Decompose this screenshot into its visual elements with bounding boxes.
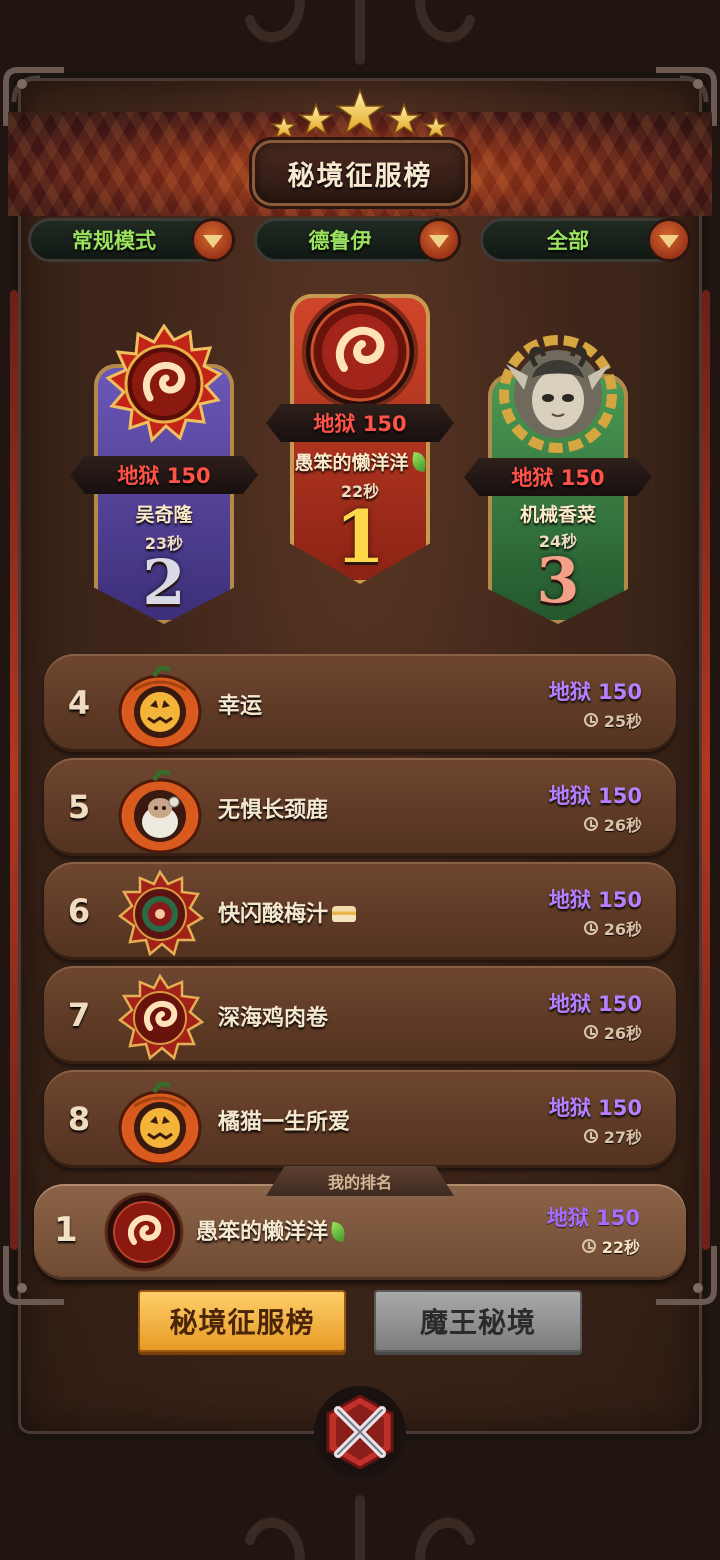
player-name: 吴奇隆 xyxy=(135,504,193,526)
player-name: 幸运 xyxy=(218,694,263,719)
rank-number: 5 xyxy=(67,788,91,826)
clear-time-text: 22秒 xyxy=(601,1238,640,1257)
rank-number: 3 xyxy=(536,544,580,617)
target-eye-icon xyxy=(117,869,205,957)
player-name-text: 快闪酸梅汁 xyxy=(218,902,329,927)
player-name: 无惧长颈鹿 xyxy=(218,798,329,823)
rank-number: 1 xyxy=(54,1210,78,1250)
difficulty-text: 地狱 150 xyxy=(548,680,642,704)
range-filter-dropdown[interactable]: 全部 xyxy=(480,218,691,262)
difficulty-text: 地狱 150 xyxy=(546,1206,640,1230)
rank-number: 4 xyxy=(67,684,91,722)
player-name: 快闪酸梅汁 xyxy=(218,896,357,928)
difficulty-text: 地狱 150 xyxy=(548,992,642,1016)
my-rank-tag-text: 我的排名 xyxy=(327,1173,392,1192)
leaf-icon xyxy=(410,451,427,473)
podium-second[interactable]: 地狱 150 吴奇隆 23秒 2 xyxy=(70,320,258,624)
clear-time-text: 26秒 xyxy=(603,920,642,939)
clock-icon xyxy=(583,817,598,831)
sandwich-icon xyxy=(332,906,357,922)
rank-number: 8 xyxy=(67,1100,91,1138)
rank-number: 7 xyxy=(67,996,91,1034)
my-rank-row[interactable]: 1 愚笨的懒洋洋 地狱 150 22秒 xyxy=(34,1184,686,1280)
player-name: 深海鸡肉卷 xyxy=(218,1006,329,1031)
player-name-text: 愚笨的懒洋洋 xyxy=(196,1220,329,1245)
rank-number: 6 xyxy=(67,892,91,930)
rank-number: 1 xyxy=(334,494,386,579)
horned-elf-portrait xyxy=(499,335,617,453)
clear-time-text: 25秒 xyxy=(603,712,642,731)
player-name: 机械香菜 xyxy=(519,504,596,526)
tab-demon-king-realm[interactable]: 魔王秘境 xyxy=(374,1290,582,1352)
difficulty-text: 地狱 150 xyxy=(117,464,211,488)
panel-side-trim xyxy=(702,290,710,1250)
stars-icon xyxy=(270,88,450,140)
my-rank-tag: 我的排名 xyxy=(266,1166,454,1196)
clear-time-text: 26秒 xyxy=(603,1024,642,1043)
fire-swirl-icon xyxy=(105,324,223,443)
page-title-text: 秘境征服榜 xyxy=(287,160,433,192)
pumpkin-jack-icon xyxy=(118,1081,202,1166)
class-filter-dropdown[interactable]: 德鲁伊 xyxy=(254,218,461,262)
chevron-down-icon[interactable] xyxy=(647,218,691,262)
podium-third[interactable]: 地狱 150 机械香菜 24秒 3 xyxy=(464,330,652,624)
list-item[interactable]: 7 深海鸡肉卷 地狱 150 26秒 xyxy=(44,966,676,1064)
fire-swirl-icon xyxy=(117,973,205,1061)
clear-time-text: 27秒 xyxy=(603,1128,642,1147)
clear-time: 22秒 xyxy=(581,1234,640,1258)
chevron-down-icon[interactable] xyxy=(191,218,235,262)
ranking-list: 4 幸运 地狱 150 25秒 5 无惧长颈鹿 地狱 150 26秒 6 快闪酸… xyxy=(44,654,676,1174)
list-item[interactable]: 5 无惧长颈鹿 地狱 150 26秒 xyxy=(44,758,676,856)
difficulty-badge: 地狱 150 xyxy=(266,404,454,442)
clock-icon xyxy=(583,1129,598,1143)
clock-icon xyxy=(583,1025,598,1039)
clock-icon xyxy=(583,713,598,727)
player-name: 愚笨的懒洋洋 xyxy=(270,448,450,475)
player-name: 愚笨的懒洋洋 xyxy=(196,1214,347,1246)
clear-time: 26秒 xyxy=(583,812,642,836)
mode-filter-dropdown[interactable]: 常规模式 xyxy=(28,218,235,262)
clear-time: 27秒 xyxy=(583,1124,642,1148)
player-name: 橘猫一生所爱 xyxy=(218,1110,351,1135)
fire-swirl-icon xyxy=(104,1192,184,1272)
difficulty-text: 地狱 150 xyxy=(548,784,642,808)
difficulty-text: 地狱 150 xyxy=(548,888,642,912)
list-item[interactable]: 4 幸运 地狱 150 25秒 xyxy=(44,654,676,752)
panel-side-trim xyxy=(10,290,18,1250)
list-item[interactable]: 6 快闪酸梅汁 地狱 150 26秒 xyxy=(44,862,676,960)
clear-time: 25秒 xyxy=(583,708,642,732)
difficulty-text: 地狱 150 xyxy=(511,466,605,490)
pumpkin-jack-icon xyxy=(118,665,202,750)
pumpkin-sheep-icon xyxy=(118,769,202,854)
clock-icon xyxy=(581,1239,596,1253)
clear-time: 26秒 xyxy=(583,916,642,940)
chevron-down-icon[interactable] xyxy=(417,218,461,262)
difficulty-text: 地狱 150 xyxy=(313,412,407,436)
page-title: 秘境征服榜 xyxy=(252,140,468,206)
clock-icon xyxy=(583,921,598,935)
difficulty-badge: 地狱 150 xyxy=(70,456,258,494)
difficulty-text: 地狱 150 xyxy=(548,1096,642,1120)
list-item[interactable]: 8 橘猫一生所爱 地狱 150 27秒 xyxy=(44,1070,676,1168)
tab-conquest-ranking[interactable]: 秘境征服榜 xyxy=(138,1290,346,1352)
podium-first[interactable]: 地狱 150 愚笨的懒洋洋 22秒 1 xyxy=(266,288,454,584)
clear-time: 26秒 xyxy=(583,1020,642,1044)
leaf-icon xyxy=(329,1221,347,1243)
close-icon[interactable] xyxy=(312,1384,408,1480)
clear-time-text: 26秒 xyxy=(603,816,642,835)
fire-swirl-icon xyxy=(302,294,418,410)
player-name-text: 愚笨的懒洋洋 xyxy=(294,452,409,474)
difficulty-badge: 地狱 150 xyxy=(464,458,652,496)
rank-number: 2 xyxy=(142,546,186,619)
